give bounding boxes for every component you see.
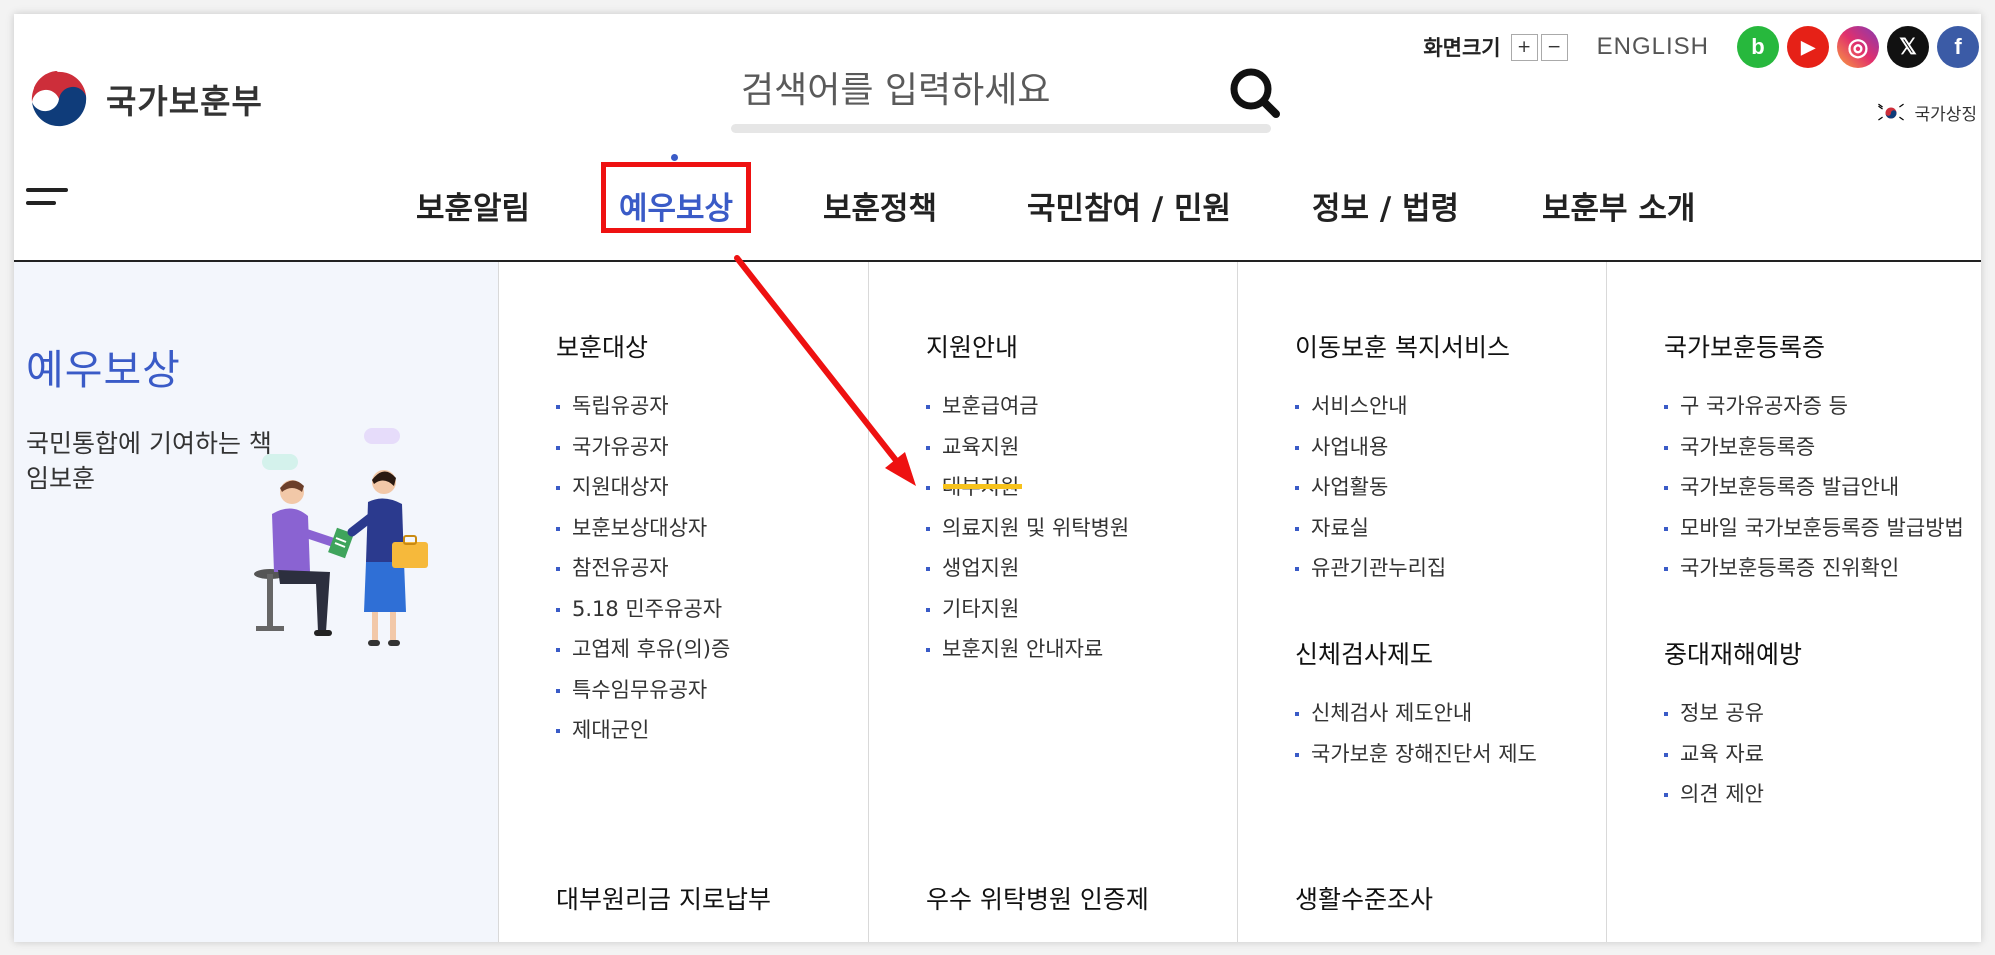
mega-menu: 예우보상 국민통합에 기여하는 책임보훈 보훈대상 독립유공자 국가유공자 지원… [14, 262, 1981, 942]
font-size-minus-button[interactable]: − [1540, 33, 1568, 61]
search-underline [731, 124, 1271, 133]
list-item[interactable]: 고엽제 후유(의)증 [556, 629, 730, 670]
list-item[interactable]: 유관기관누리집 [1295, 548, 1446, 589]
list-item[interactable]: 정보 공유 [1664, 693, 1764, 734]
national-symbol-link[interactable]: 국가상징 [1876, 100, 1977, 125]
menu-column-welfare: 이동보훈 복지서비스 서비스안내 사업내용 사업활동 자료실 유관기관누리집 신… [1237, 262, 1606, 942]
menu-column-support: 지원안내 보훈급여금 교육지원 대부지원 의료지원 및 위탁병원 생업지원 기타… [868, 262, 1237, 942]
list-item[interactable]: 교육 자료 [1664, 734, 1764, 775]
list-item[interactable]: 지원대상자 [556, 467, 730, 508]
list-item[interactable]: 제대군인 [556, 710, 730, 751]
gnb-item-about[interactable]: 보훈부 소개 [1542, 174, 1695, 244]
instagram-icon[interactable]: ◎ [1837, 26, 1879, 68]
menu-column-targets: 보훈대상 독립유공자 국가유공자 지원대상자 보훈보상대상자 참전유공자 5.1… [498, 262, 868, 942]
list-item[interactable]: 생업지원 [926, 548, 1129, 589]
font-size-plus-button[interactable]: + [1510, 33, 1538, 61]
list-item[interactable]: 독립유공자 [556, 386, 730, 427]
list-item[interactable]: 특수임무유공자 [556, 670, 730, 711]
gnb-item-notice[interactable]: 보훈알림 [416, 174, 530, 244]
page-frame: 국가보훈부 화면크기 + − ENGLISH b ▶ ◎ 𝕏 f [14, 14, 1981, 942]
column-list-welfare: 서비스안내 사업내용 사업활동 자료실 유관기관누리집 [1295, 386, 1446, 589]
list-item[interactable]: 보훈보상대상자 [556, 508, 730, 549]
column-head-disaster-prevention[interactable]: 중대재해예방 [1664, 635, 1802, 671]
gnb-item-participation[interactable]: 국민참여 / 민원 [1027, 174, 1231, 244]
list-item[interactable]: 사업활동 [1295, 467, 1446, 508]
active-indicator-dot [671, 154, 678, 161]
consultation-illustration-icon [254, 428, 428, 646]
list-item[interactable]: 서비스안내 [1295, 386, 1446, 427]
search-area [731, 54, 1287, 136]
taegeuk-logo-icon [28, 68, 90, 130]
column-head-living-survey[interactable]: 생활수준조사 [1295, 880, 1433, 916]
list-item[interactable]: 의료지원 및 위탁병원 [926, 508, 1129, 549]
list-item[interactable]: 국가보훈등록증 진위확인 [1664, 548, 1964, 589]
column-head-support[interactable]: 지원안내 [926, 328, 1018, 364]
list-item[interactable]: 구 국가유공자증 등 [1664, 386, 1964, 427]
blog-icon[interactable]: b [1737, 26, 1779, 68]
column-head-welfare[interactable]: 이동보훈 복지서비스 [1295, 328, 1510, 364]
list-item[interactable]: 국가보훈등록증 [1664, 427, 1964, 468]
search-input[interactable] [731, 64, 1231, 116]
list-item[interactable]: 신체검사 제도안내 [1295, 693, 1537, 734]
column-head-hospital-cert[interactable]: 우수 위탁병원 인증제 [926, 880, 1149, 916]
column-list-registration-card: 구 국가유공자증 등 국가보훈등록증 국가보훈등록증 발급안내 모바일 국가보훈… [1664, 386, 1964, 589]
list-item[interactable]: 국가유공자 [556, 427, 730, 468]
column-head-giro-payment[interactable]: 대부원리금 지로납부 [556, 880, 771, 916]
list-item[interactable]: 5.18 민주유공자 [556, 589, 730, 630]
column-list-physical-exam: 신체검사 제도안내 국가보훈 장해진단서 제도 [1295, 693, 1537, 774]
utility-bar: 화면크기 + − ENGLISH b ▶ ◎ 𝕏 f [1423, 22, 1979, 72]
list-item[interactable]: 모바일 국가보훈등록증 발급방법 [1664, 508, 1964, 549]
list-item[interactable]: 교육지원 [926, 427, 1129, 468]
national-symbol-label: 국가상징 [1914, 105, 1977, 125]
mega-menu-intro: 예우보상 국민통합에 기여하는 책임보훈 [14, 262, 498, 942]
highlight-underline [943, 484, 1022, 489]
logo-text: 국가보훈부 [106, 82, 263, 121]
list-item[interactable]: 참전유공자 [556, 548, 730, 589]
gnb-item-info-law[interactable]: 정보 / 법령 [1312, 174, 1459, 244]
english-link[interactable]: ENGLISH [1597, 33, 1709, 61]
search-icon[interactable] [1228, 66, 1282, 120]
youtube-icon[interactable]: ▶ [1787, 26, 1829, 68]
highlight-box [601, 162, 751, 233]
list-item[interactable]: 자료실 [1295, 508, 1446, 549]
facebook-icon[interactable]: f [1937, 26, 1979, 68]
list-item[interactable]: 국가보훈등록증 발급안내 [1664, 467, 1964, 508]
site-logo[interactable]: 국가보훈부 [26, 66, 263, 132]
list-item[interactable]: 사업내용 [1295, 427, 1446, 468]
column-head-physical-exam[interactable]: 신체검사제도 [1295, 635, 1433, 671]
list-item[interactable]: 보훈지원 안내자료 [926, 629, 1129, 670]
column-head-targets[interactable]: 보훈대상 [556, 328, 648, 364]
column-list-targets: 독립유공자 국가유공자 지원대상자 보훈보상대상자 참전유공자 5.18 민주유… [556, 386, 730, 751]
list-item[interactable]: 의견 제안 [1664, 774, 1764, 815]
list-item[interactable]: 기타지원 [926, 589, 1129, 630]
font-size-label: 화면크기 [1423, 36, 1501, 60]
main-navigation: 보훈알림 예우보상 보훈정책 국민참여 / 민원 정보 / 법령 보훈부 소개 [14, 174, 1981, 244]
column-head-registration-card[interactable]: 국가보훈등록증 [1664, 328, 1825, 364]
column-list-support: 보훈급여금 교육지원 대부지원 의료지원 및 위탁병원 생업지원 기타지원 보훈… [926, 386, 1129, 670]
x-icon[interactable]: 𝕏 [1887, 26, 1929, 68]
column-list-disaster-prevention: 정보 공유 교육 자료 의견 제안 [1664, 693, 1764, 815]
list-item[interactable]: 국가보훈 장해진단서 제도 [1295, 734, 1537, 775]
list-item[interactable]: 보훈급여금 [926, 386, 1129, 427]
mega-menu-title: 예우보상 [26, 346, 181, 394]
gnb-item-policy[interactable]: 보훈정책 [823, 174, 937, 244]
menu-column-registration-card: 국가보훈등록증 구 국가유공자증 등 국가보훈등록증 국가보훈등록증 발급안내 … [1606, 262, 1981, 942]
korea-flag-icon [1876, 101, 1907, 124]
